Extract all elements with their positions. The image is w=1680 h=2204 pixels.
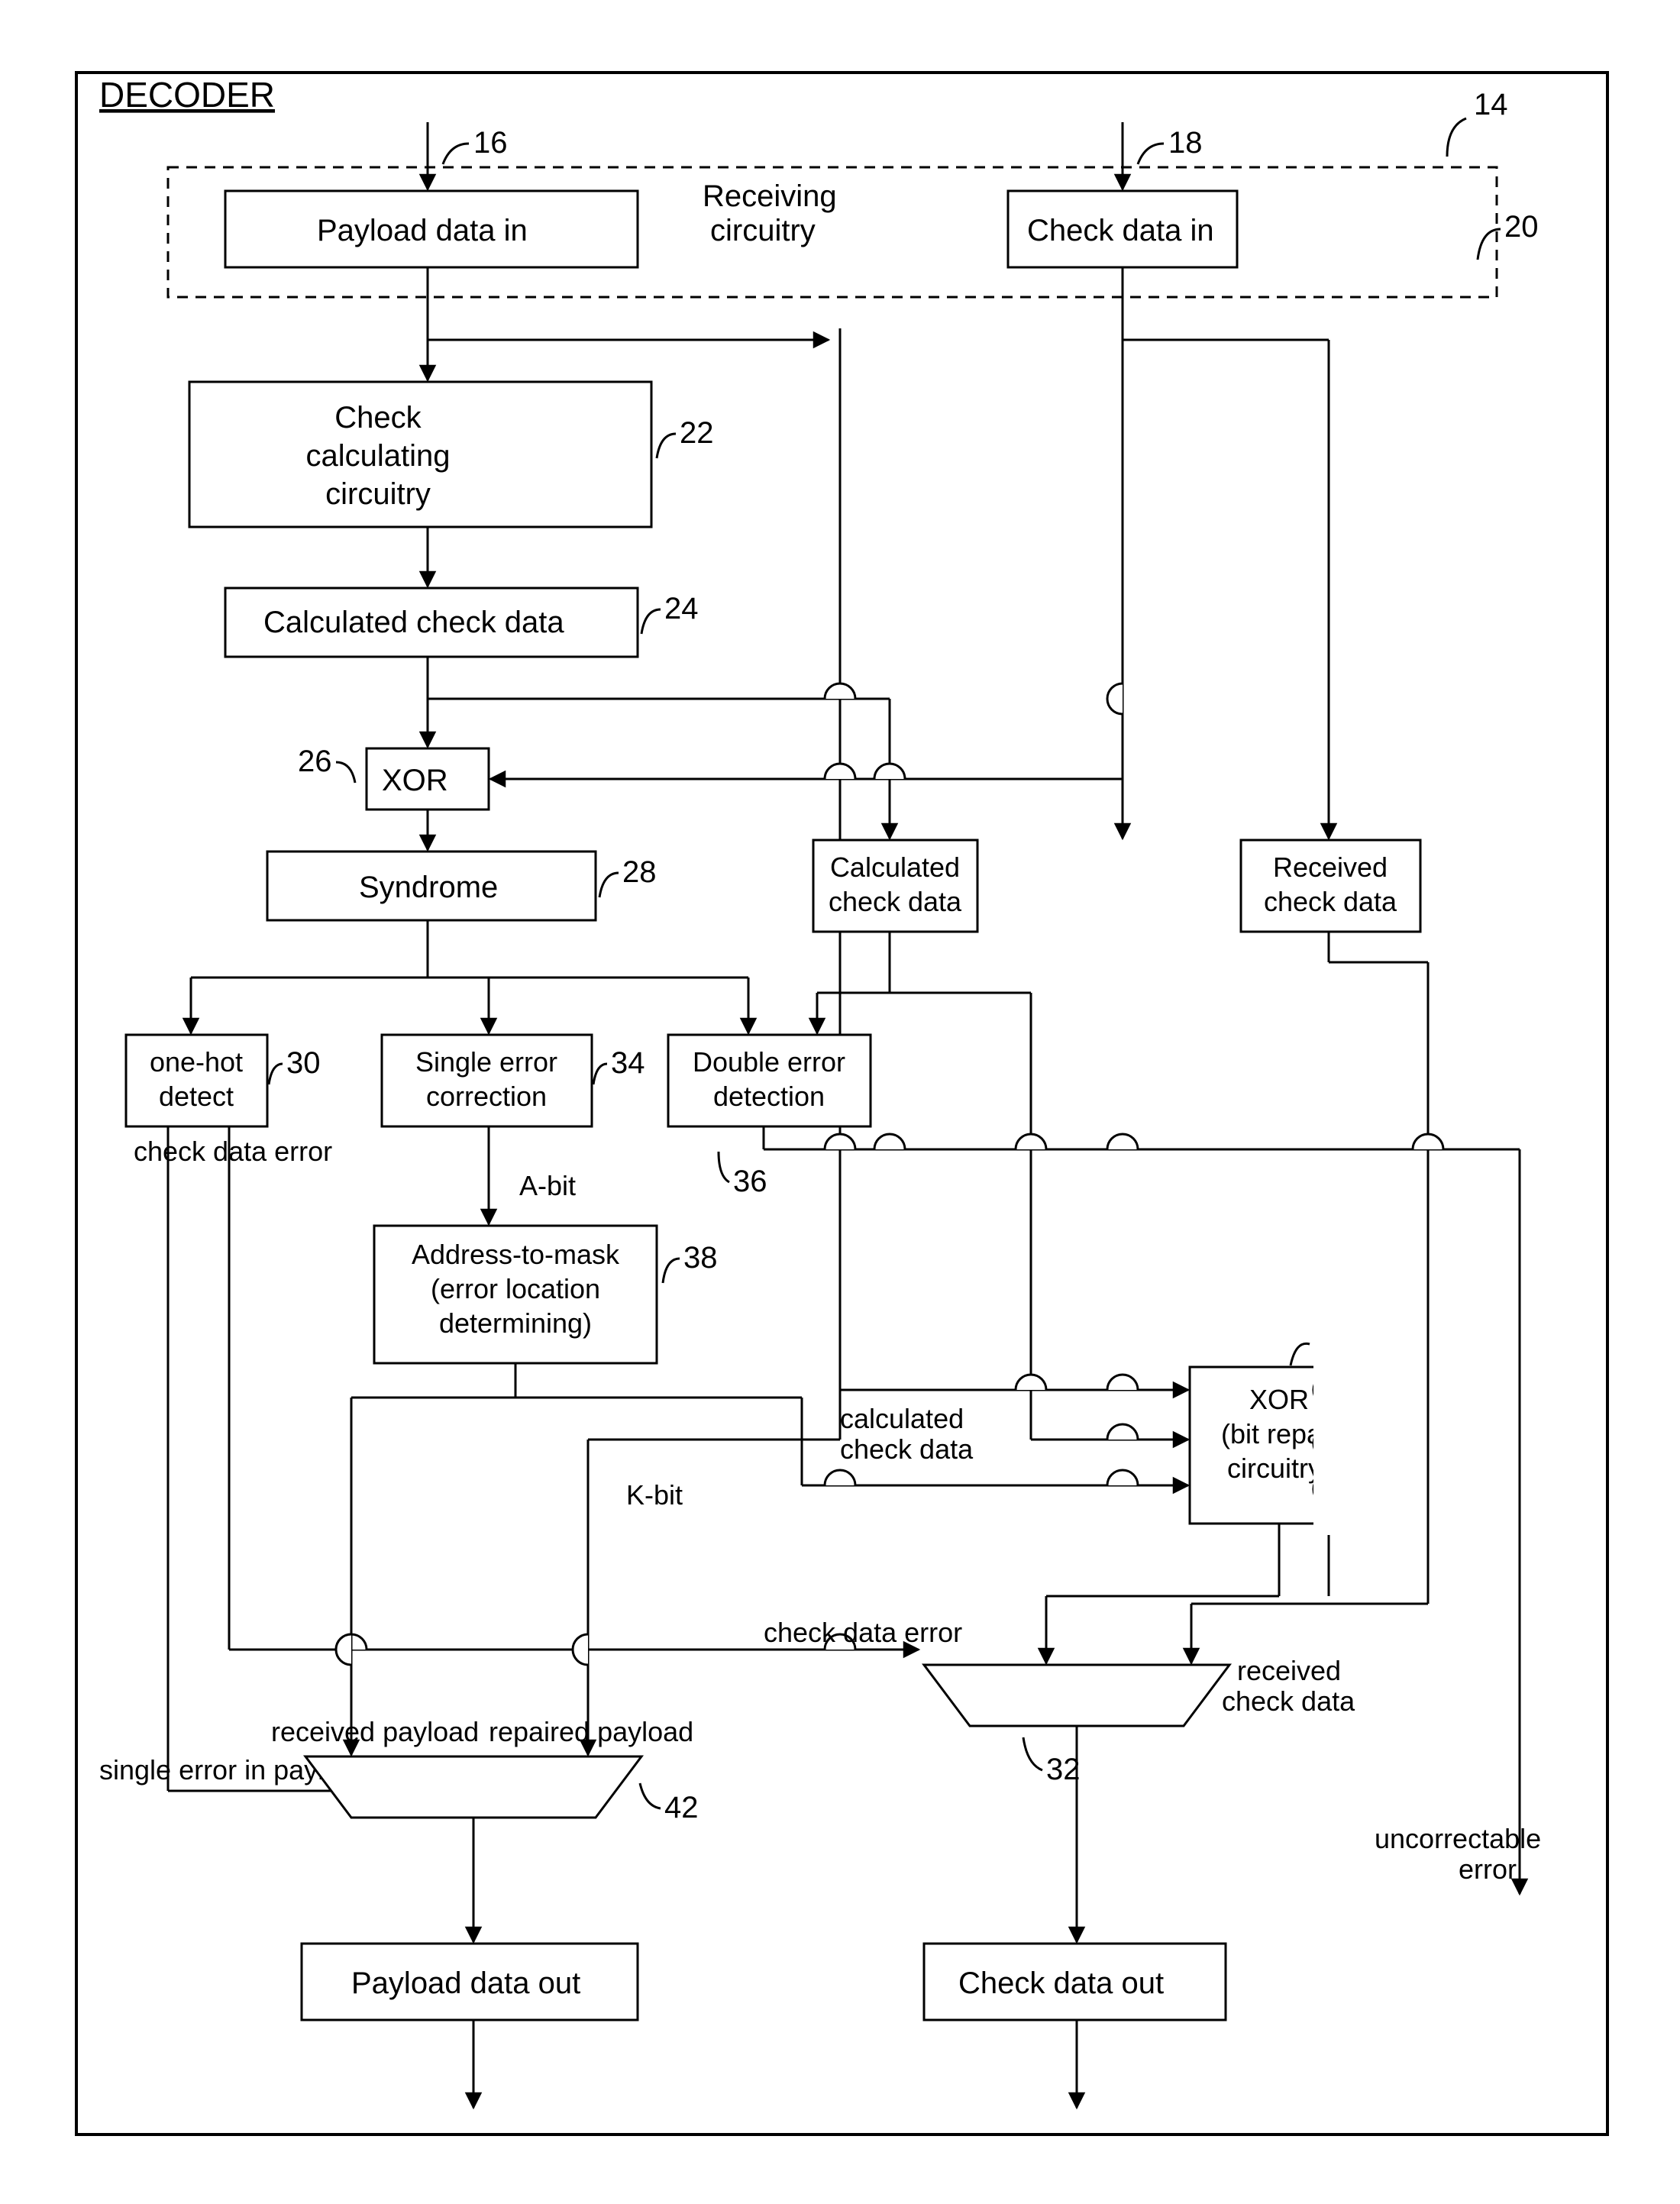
recv-payload-label: received payload [271,1716,479,1747]
payload-in-label: Payload data in [317,214,528,247]
ref-36: 36 [733,1165,767,1198]
ccd-label: Calculated check data [263,606,564,639]
rcd-l1: Received [1273,852,1388,883]
calc-circ-l1: Check [334,401,422,435]
ref-20: 20 [1504,210,1539,244]
xr-l1: XOR [1249,1384,1309,1415]
oh-l2: detect [159,1081,234,1112]
ccd-sig-l2: check data [840,1433,974,1465]
ccd2-l1: Calculated [830,852,960,883]
uncorr-l1: uncorrectable [1375,1823,1541,1854]
oh-l1: one-hot [150,1046,243,1078]
ref-38: 38 [683,1241,718,1275]
check-out-label: Check data out [958,1966,1164,2000]
rcd-l2: check data [1264,886,1397,917]
kbit-label: K-bit [626,1479,683,1511]
atm-l2: (error location [431,1273,600,1304]
xor-label: XOR [382,764,448,797]
syndrome-label: Syndrome [359,871,498,904]
uncorr-l2: error [1459,1853,1517,1885]
ref-42: 42 [664,1791,699,1824]
cde-label: check data error [134,1136,332,1167]
cde2-label: check data error [764,1617,962,1648]
ccd2-l2: check data [829,886,962,917]
ref-16: 16 [473,126,508,160]
ded-l1: Double error [693,1046,845,1078]
ref-30: 30 [286,1046,321,1080]
ref-28: 28 [622,855,657,889]
atm-l3: determining) [439,1307,592,1339]
ref-22: 22 [680,416,714,450]
ref-24: 24 [664,592,699,625]
receiving-label-2: circuitry [710,214,816,247]
receiving-label-1: Receiving [703,179,837,213]
rcd-sig-l2: check data [1222,1685,1355,1717]
mux-42 [305,1756,641,1818]
payload-out-label: Payload data out [351,1966,580,2000]
rcd-sig-l1: received [1237,1655,1341,1686]
rep-payload-label: repaired payload [489,1716,693,1747]
ded-l2: detection [713,1081,825,1112]
ref-32: 32 [1046,1753,1081,1786]
sec-l2: correction [426,1081,547,1112]
calc-circ-l3: circuitry [325,477,431,511]
diagram-title: DECODER [99,75,275,115]
mux-32 [924,1665,1229,1726]
calc-circ-l2: calculating [305,439,450,473]
ref-34: 34 [611,1046,645,1080]
abit-label: A-bit [519,1170,576,1201]
ref-14: 14 [1474,88,1508,121]
atm-l1: Address-to-mask [412,1239,620,1270]
ref-18: 18 [1168,126,1203,160]
sec-l1: Single error [415,1046,557,1078]
ref-26: 26 [298,745,332,778]
check-in-label: Check data in [1027,214,1214,247]
ccd-sig-l1: calculated [840,1403,964,1434]
